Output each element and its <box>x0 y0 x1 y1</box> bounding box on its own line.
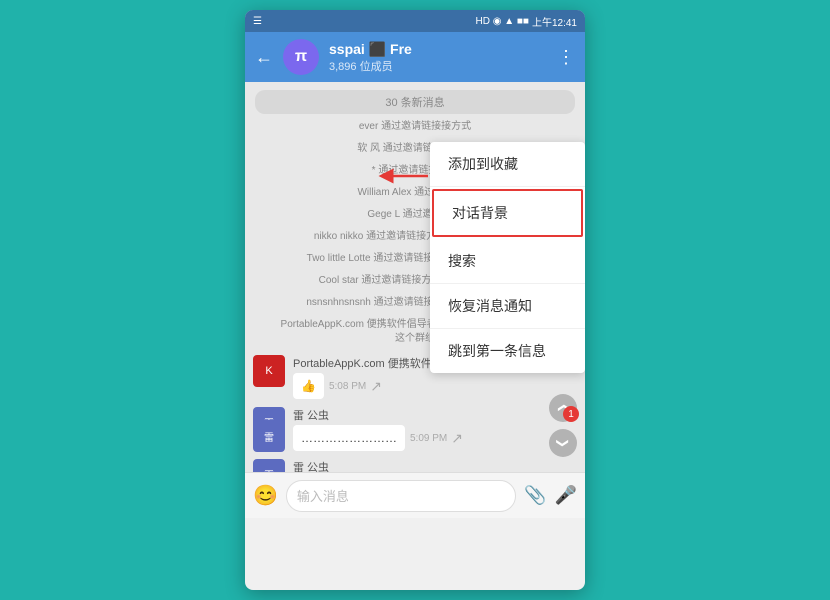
chat-area: 30 条新消息 ever 通过邀请链接接方式 软 风 通过邀请链接接方式 * 通… <box>245 82 585 472</box>
input-area: 😊 输入消息 📎 🎤 <box>245 472 585 518</box>
group-avatar: π <box>283 39 319 75</box>
group-title: sspai ⬛ Fre <box>329 41 547 58</box>
input-placeholder: 输入消息 <box>297 486 349 505</box>
menu-item-jump-first[interactable]: 跳到第一条信息 <box>430 329 585 373</box>
status-bar: ☰ HD ◉ ▲ ■■ 上午12:41 <box>245 10 585 32</box>
phone-frame: ☰ HD ◉ ▲ ■■ 上午12:41 ← π sspai ⬛ Fre 3,89… <box>245 10 585 590</box>
menu-item-search[interactable]: 搜索 <box>430 239 585 284</box>
message-row-2: 雷 雷 公虫 …………………… 5:09 PM ↗ <box>253 407 577 451</box>
message-input[interactable]: 输入消息 <box>286 480 516 512</box>
menu-item-restore-notifications[interactable]: 恢复消息通知 <box>430 284 585 329</box>
status-left: ☰ <box>253 16 262 27</box>
forward-button-1[interactable]: ↗ <box>370 378 382 395</box>
new-messages-banner: 30 条新消息 <box>255 90 575 114</box>
time-display: 上午12:41 <box>532 14 577 29</box>
message-time-1: 5:08 PM <box>329 381 366 392</box>
dropdown-menu: 添加到收藏 对话背景 搜索 恢复消息通知 跳到第一条信息 <box>430 142 585 373</box>
unread-badge: 1 <box>563 406 579 422</box>
arrow-indicator <box>378 164 433 193</box>
member-count: 3,896 位成员 <box>329 58 547 74</box>
voice-button[interactable]: 🎤 <box>555 485 577 506</box>
message-content-3: 雷 公虫 好吓人……… 5:09 PM ↗ <box>293 459 439 472</box>
system-message-0: ever 通过邀请链接接方式 <box>245 117 585 137</box>
message-content-2: 雷 公虫 …………………… 5:09 PM ↗ <box>293 407 463 451</box>
status-icon: ☰ <box>253 16 262 27</box>
menu-item-background[interactable]: 对话背景 <box>432 189 583 237</box>
message-bubble-2: …………………… <box>293 425 405 451</box>
avatar-3: 雷 <box>253 459 285 472</box>
network-indicator: HD ◉ ▲ ■■ <box>475 16 528 27</box>
forward-button-2[interactable]: ↗ <box>451 430 463 447</box>
status-right: HD ◉ ▲ ■■ 上午12:41 <box>475 14 577 29</box>
back-button[interactable]: ← <box>255 47 273 68</box>
scroll-down-button[interactable]: ❯ <box>549 429 577 457</box>
message-bubble-1: 👍 <box>293 373 324 399</box>
more-options-button[interactable]: ⋮ <box>557 47 575 68</box>
sender-name-2: 雷 公虫 <box>293 407 463 423</box>
emoji-button[interactable]: 😊 <box>253 483 278 508</box>
message-actions-2: …………………… 5:09 PM ↗ <box>293 425 463 451</box>
message-time-2: 5:09 PM <box>410 433 447 444</box>
chat-header: ← π sspai ⬛ Fre 3,896 位成员 ⋮ <box>245 32 585 82</box>
avatar-1: K <box>253 355 285 387</box>
sender-name-3: 雷 公虫 <box>293 459 439 472</box>
message-actions-1: 👍 5:08 PM ↗ <box>293 373 465 399</box>
message-row-3: 雷 雷 公虫 好吓人……… 5:09 PM ↗ <box>253 459 577 472</box>
header-info: sspai ⬛ Fre 3,896 位成员 <box>329 41 547 74</box>
floating-avatar: 雷 <box>253 420 285 452</box>
menu-item-favorites[interactable]: 添加到收藏 <box>430 142 585 187</box>
attach-button[interactable]: 📎 <box>524 485 546 506</box>
